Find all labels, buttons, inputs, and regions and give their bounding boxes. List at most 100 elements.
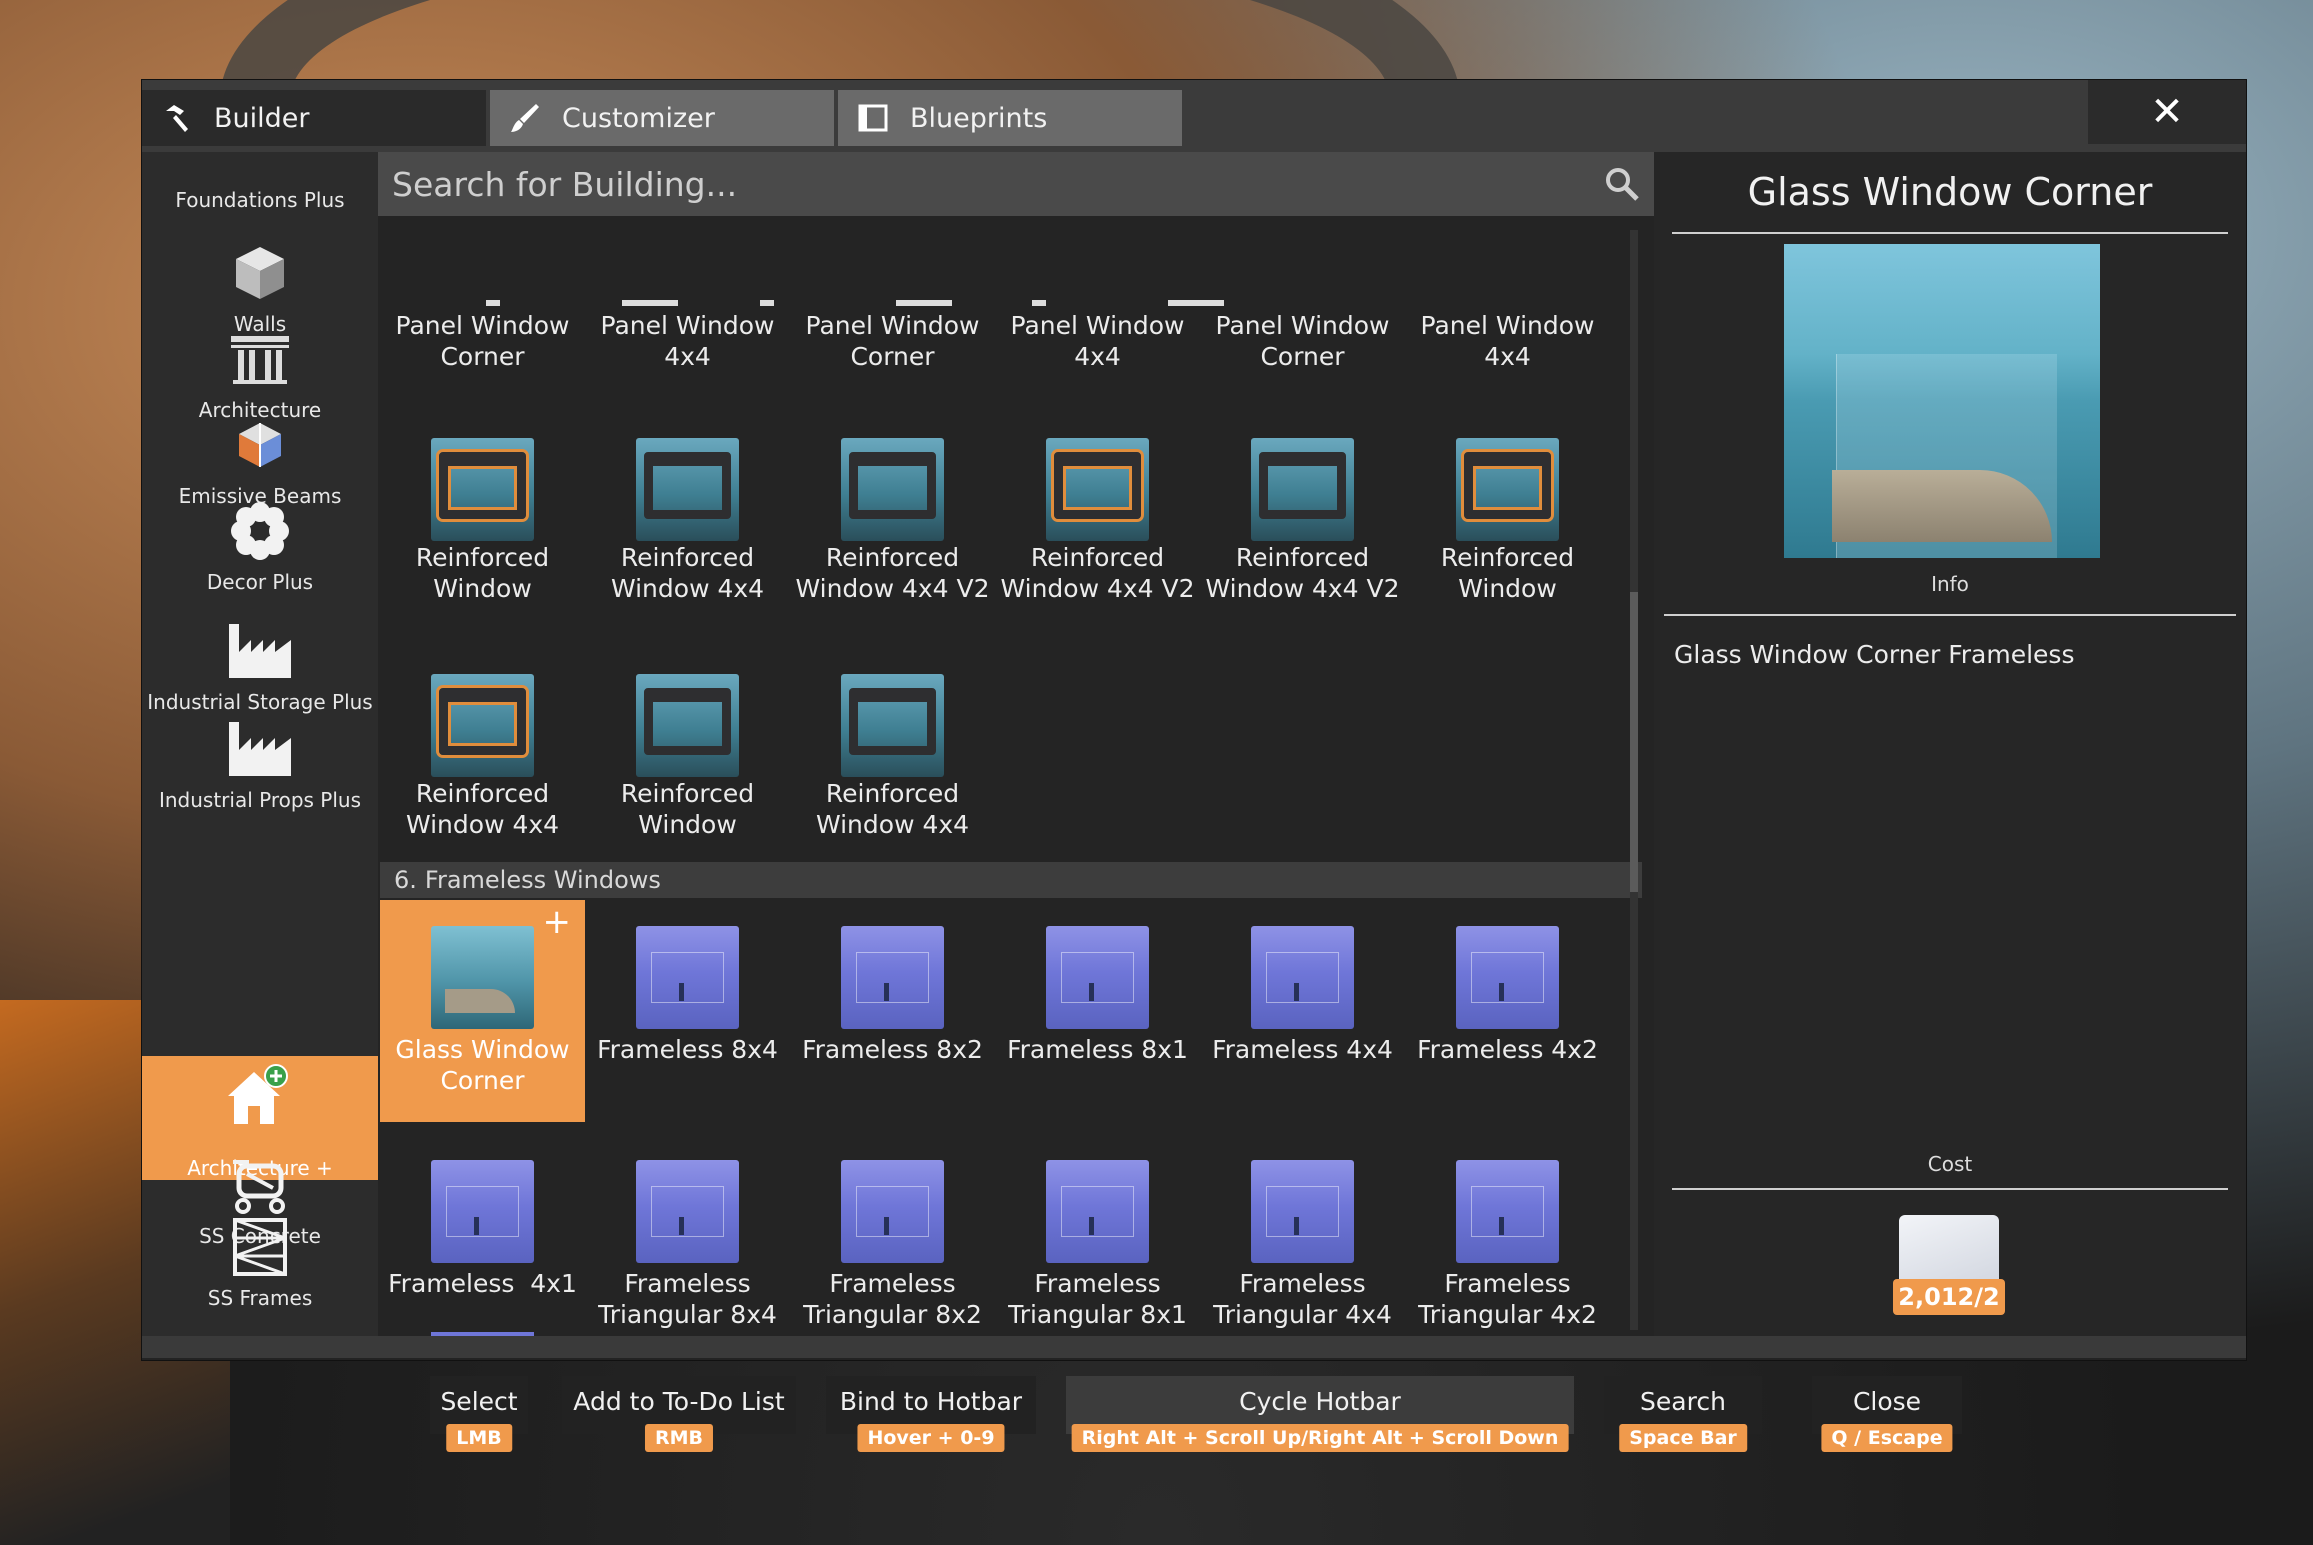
divider (1664, 614, 2236, 616)
tile-panel-window-4x4[interactable]: Panel Window 4x4 (1405, 310, 1610, 390)
tile-frameless-4x2[interactable]: Frameless 4x2 (1405, 926, 1610, 1066)
section-title: Frameless Windows (424, 866, 661, 894)
thumbnail (1251, 1160, 1354, 1263)
tile-frameless-triangular-4x4[interactable]: Frameless Triangular 4x4 (1200, 1160, 1405, 1330)
bottom-bar (142, 1336, 2246, 1358)
building-grid: Panel Window Corner Panel Window 4x4 Pan… (378, 216, 1654, 1340)
tile-frameless-8x4[interactable]: Frameless 8x4 (585, 926, 790, 1066)
sidebar-item-industrial-storage-plus[interactable]: Industrial Storage Plus (142, 570, 378, 714)
thumbnail (1046, 438, 1149, 541)
thumbnail-peek (1032, 300, 1046, 306)
section-number: 6. (394, 866, 417, 894)
tile-label: Frameless 8x4 (597, 1035, 778, 1064)
tile-label: Panel Window 4x4 (1420, 311, 1595, 371)
tile-frameless-8x2[interactable]: Frameless 8x2 (790, 926, 995, 1066)
tile-label: Frameless Triangular 8x2 (803, 1269, 982, 1329)
cost-label: Cost (1927, 1152, 1973, 1176)
thumbnail (431, 926, 534, 1029)
tile-frameless-triangular-8x2[interactable]: Frameless Triangular 8x2 (790, 1160, 995, 1330)
tile-label: Frameless Triangular 4x2 (1418, 1269, 1597, 1329)
thumbnail (431, 1160, 534, 1263)
thumbnail (841, 926, 944, 1029)
hint-action: Select (440, 1387, 518, 1416)
hint-action: Close (1852, 1387, 1922, 1416)
thumbnail-peek (896, 300, 952, 306)
thumbnail (1251, 926, 1354, 1029)
hint-action: Add to To-Do List (573, 1387, 785, 1416)
details-title: Glass Window Corner (1747, 170, 2153, 214)
category-sidebar: Foundations Plus Walls Architecture Emis… (142, 152, 378, 1340)
tile-panel-window-4x4[interactable]: Panel Window 4x4 (585, 310, 790, 390)
tile-reinforced-window-4x4[interactable]: Reinforced Window 4x4 (380, 674, 585, 839)
cube-icon (227, 242, 293, 304)
tile-label: Frameless 4x2 (1417, 1035, 1598, 1064)
sidebar-item-foundations-plus[interactable]: Foundations Plus (142, 152, 378, 212)
scaffold-icon (227, 1216, 293, 1278)
tile-reinforced-window[interactable]: Reinforced Window (380, 438, 585, 603)
preview-base (1832, 470, 2052, 542)
close-icon: ✕ (2150, 89, 2184, 135)
tile-reinforced-window-4x4[interactable]: Reinforced Window 4x4 (585, 438, 790, 603)
tile-label: Panel Window 4x4 (600, 311, 775, 371)
thumbnail (841, 438, 944, 541)
tile-reinforced-window-4x4[interactable]: Reinforced Window 4x4 (790, 674, 995, 839)
tile-label: Frameless 4x4 (1212, 1035, 1393, 1064)
thumbnail (841, 1160, 944, 1263)
tile-label: Reinforced Window 4x4 V2 (795, 543, 990, 603)
blueprint-icon (856, 101, 890, 135)
tile-frameless-4x4[interactable]: Frameless 4x4 (1200, 926, 1405, 1066)
sidebar-item-industrial-props-plus[interactable]: Industrial Props Plus (142, 712, 378, 812)
thumbnail (1456, 1160, 1559, 1263)
tile-reinforced-window[interactable]: Reinforced Window (585, 674, 790, 839)
tile-reinforced-window[interactable]: Reinforced Window (1405, 438, 1610, 603)
thumbnail (1046, 1160, 1149, 1263)
tab-bar: Builder Customizer Blueprints ✕ (142, 80, 2246, 152)
tile-label: Panel Window Corner (805, 311, 980, 371)
grid-scrollbar-thumb[interactable] (1630, 592, 1638, 892)
tab-customizer-label: Customizer (562, 102, 715, 134)
add-plus-icon[interactable]: + (543, 902, 572, 942)
tile-panel-window-corner[interactable]: Panel Window Corner (790, 310, 995, 390)
tile-frameless-8x1[interactable]: Frameless 8x1 (995, 926, 1200, 1066)
thumbnail (1251, 438, 1354, 541)
hint-close: Close Q / Escape (1812, 1376, 1962, 1452)
tile-label: Glass Window Corner (395, 1035, 570, 1095)
search-icon[interactable] (1604, 166, 1640, 202)
tile-panel-window-corner[interactable]: Panel Window Corner (1200, 310, 1405, 390)
tab-blueprints[interactable]: Blueprints (838, 90, 1182, 146)
sidebar-item-label: SS Frames (207, 1286, 313, 1310)
thumbnail (1456, 926, 1559, 1029)
tile-label: Panel Window 4x4 (1010, 311, 1185, 371)
tile-label: Reinforced Window (415, 543, 550, 603)
hint-search: Search Space Bar (1604, 1376, 1762, 1452)
tab-builder[interactable]: Builder (142, 90, 486, 146)
tile-reinforced-window-4x4-v2[interactable]: Reinforced Window 4x4 V2 (1200, 438, 1405, 603)
tab-builder-label: Builder (214, 102, 310, 134)
search-bar (378, 152, 1654, 216)
sidebar-item-ss-frames[interactable]: SS Frames (142, 1198, 378, 1338)
tile-label: Reinforced Window 4x4 V2 (1205, 543, 1400, 603)
tile-frameless-triangular-4x2[interactable]: Frameless Triangular 4x2 (1405, 1160, 1610, 1330)
divider (1672, 232, 2228, 234)
tab-customizer[interactable]: Customizer (490, 90, 834, 146)
tile-glass-window-corner[interactable]: + Glass Window Corner (380, 900, 585, 1122)
search-input[interactable] (378, 163, 1574, 205)
thumbnail-peek (1168, 300, 1224, 306)
tile-frameless-triangular-8x1[interactable]: Frameless Triangular 8x1 (995, 1160, 1200, 1330)
close-button[interactable]: ✕ (2088, 80, 2246, 144)
thumbnail-peek (622, 300, 678, 306)
tile-panel-window-4x4[interactable]: Panel Window 4x4 (995, 310, 1200, 390)
paintbrush-icon (508, 101, 542, 135)
tab-blueprints-label: Blueprints (910, 102, 1048, 134)
tile-reinforced-window-4x4-v2[interactable]: Reinforced Window 4x4 V2 (995, 438, 1200, 603)
hint-action: Search (1640, 1387, 1726, 1416)
hint-select: Select LMB (430, 1376, 528, 1452)
tile-label: Frameless Triangular 4x4 (1213, 1269, 1392, 1329)
tile-reinforced-window-4x4-v2[interactable]: Reinforced Window 4x4 V2 (790, 438, 995, 603)
tile-panel-window-corner[interactable]: Panel Window Corner (380, 310, 585, 390)
tile-frameless-4x1[interactable]: Frameless 4x1 (380, 1160, 585, 1300)
hint-action: Bind to Hotbar (839, 1387, 1023, 1416)
tile-label: Frameless 4x1 (388, 1269, 577, 1298)
hint-key: RMB (644, 1424, 714, 1452)
tile-frameless-triangular-8x4[interactable]: Frameless Triangular 8x4 (585, 1160, 790, 1330)
